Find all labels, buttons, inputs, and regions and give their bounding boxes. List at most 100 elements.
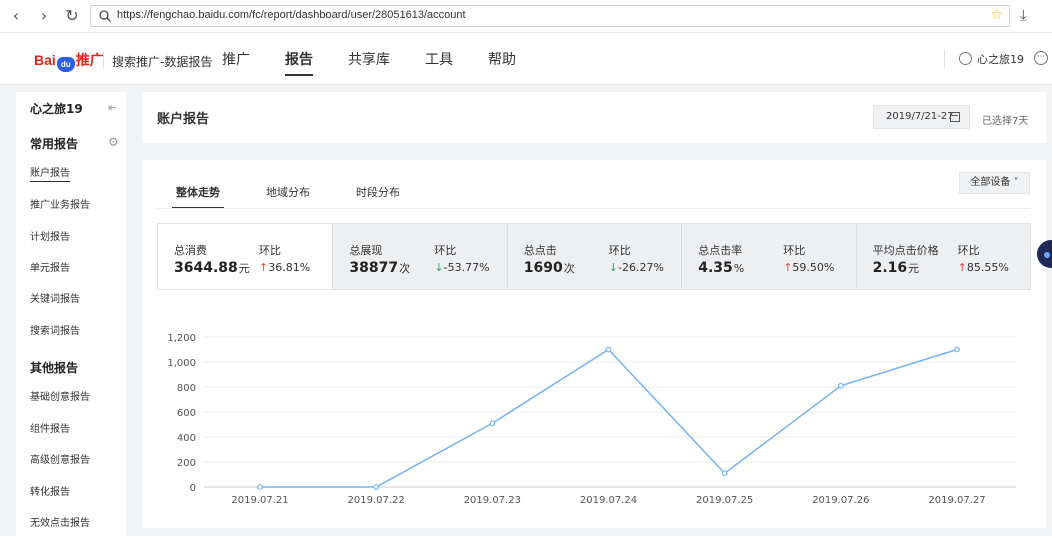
baidu-logo[interactable]: Bai du 推广 (34, 50, 104, 72)
date-range-picker[interactable]: 2019/7/21-27 (873, 105, 970, 129)
calendar-icon (950, 112, 960, 122)
page-title: 账户报告 (157, 112, 210, 127)
device-dropdown[interactable]: 全部设备 ˅ (959, 172, 1030, 194)
tab-time-period[interactable]: 时段分布 (352, 184, 404, 209)
x-tick-label: 2019.07.23 (464, 495, 521, 506)
app-header: Bai du 推广 搜索推广-数据报告 推广 报告 共享库 工具 帮助 心之旅19 … (0, 33, 1052, 85)
tab-overall-trend[interactable]: 整体走势 (172, 184, 224, 209)
metric-label: 总点击率 (698, 244, 743, 257)
nav-tools[interactable]: 工具 (425, 49, 453, 76)
sidebar-item-unit-report[interactable]: 单元报告 (30, 259, 70, 274)
metric-total-clicks[interactable]: 总点击 1690次 环比 ↓-26.27% (506, 224, 682, 289)
data-point (721, 470, 728, 477)
metric-number: 4.35 (698, 260, 733, 276)
metric-total-impressions[interactable]: 总展现 38877次 环比 ↓-53.77% (332, 224, 507, 289)
selected-days-label: 已选择7天 (982, 116, 1029, 127)
sidebar-item-basic-creative-report[interactable]: 基础创意报告 (30, 388, 90, 403)
more-icon[interactable]: ··· (1034, 51, 1048, 65)
metric-change-value: 85.55% (966, 261, 1009, 274)
app-subtitle: 搜索推广-数据报告 (112, 55, 213, 69)
metric-number: 1690 (523, 260, 563, 276)
section-common-reports: 常用报告 (30, 137, 79, 151)
metric-change: ↑36.81% (259, 261, 310, 274)
metric-change-value: 59.50% (792, 261, 835, 274)
gear-icon[interactable]: ⚙ (108, 135, 119, 149)
sidebar-item-invalid-click-report[interactable]: 无效点击报告 (30, 514, 90, 529)
nav-shared-library[interactable]: 共享库 (348, 49, 390, 76)
metric-value: 3644.88元 (174, 260, 250, 276)
user-menu[interactable]: 心之旅19 (959, 51, 1024, 67)
trend-chart: 0 200 400 600 800 1,000 1,200 2019.07.21 2019.07… (142, 320, 1046, 520)
tabs-divider (157, 208, 1030, 209)
metric-change-label: 环比 (608, 244, 631, 257)
trend-chart-svg: 0 200 400 600 800 1,000 1,200 2019.07.21 2019.07… (167, 333, 1016, 506)
nav-promotion[interactable]: 推广 (222, 49, 250, 76)
arrow-up-icon: ↑ (957, 261, 967, 274)
nav-report[interactable]: 报告 (285, 49, 313, 76)
metric-number: 38877 (349, 260, 399, 276)
sidebar-item-advanced-creative-report[interactable]: 高级创意报告 (30, 451, 90, 466)
collapse-sidebar-icon[interactable]: ⇤ (108, 101, 117, 114)
metric-label: 平均点击价格 (872, 244, 939, 257)
sidebar-item-component-report[interactable]: 组件报告 (30, 420, 70, 435)
y-tick-label: 600 (177, 408, 196, 419)
data-point (954, 346, 960, 353)
paw-icon: du (56, 57, 75, 72)
metric-change: ↓-26.27% (609, 261, 664, 274)
sidebar-item-search-term-report[interactable]: 搜索词报告 (30, 322, 80, 337)
metric-unit: % (733, 262, 745, 275)
sidebar-item-conversion-report[interactable]: 转化报告 (30, 483, 70, 498)
metric-avg-click-price[interactable]: 平均点击价格 2.16元 环比 ↑85.55% (855, 224, 1031, 289)
series-line (260, 348, 958, 488)
metric-change-label: 环比 (783, 244, 806, 257)
metric-change-value: -53.77% (443, 261, 490, 274)
sidebar-item-keyword-report[interactable]: 关键词报告 (30, 290, 80, 305)
title-card: 账户报告 2019/7/21-27 已选择7天 (142, 92, 1046, 143)
logo-divider (103, 51, 104, 69)
bookmark-star-icon[interactable]: ☆ (990, 7, 1003, 23)
sidebar: 心之旅19 ⇤ 常用报告 ⚙ 账户报告 推广业务报告 计划报告 单元报告 关键词… (16, 92, 126, 536)
metric-click-rate[interactable]: 总点击率 4.35% 环比 ↑59.50% (681, 224, 856, 289)
sidebar-item-plan-report[interactable]: 计划报告 (30, 228, 70, 243)
x-tick-label: 2019.07.24 (580, 495, 637, 506)
metric-change-label: 环比 (434, 244, 457, 257)
metric-label: 总点击 (523, 244, 557, 257)
chevron-down-icon: ˅ (1010, 177, 1019, 188)
reload-icon[interactable]: ↻ (62, 6, 82, 26)
metric-unit: 次 (563, 262, 575, 275)
date-range-text: 2019/7/21-27 (886, 111, 954, 122)
section-other-reports: 其他报告 (30, 361, 79, 375)
arrow-up-icon: ↑ (259, 261, 269, 274)
download-icon[interactable]: ⤓ (1020, 6, 1027, 24)
metric-number: 2.16 (872, 260, 908, 276)
sidebar-item-business-report[interactable]: 推广业务报告 (30, 196, 90, 211)
x-tick-label: 2019.07.25 (696, 495, 753, 506)
search-icon (99, 10, 111, 22)
metric-value: 4.35% (698, 260, 744, 276)
back-icon[interactable]: ‹ (6, 6, 26, 26)
arrow-down-icon: ↓ (608, 261, 619, 274)
data-point (837, 382, 844, 389)
address-bar[interactable]: https://fengchao.baidu.com/fc/report/das… (90, 5, 1010, 27)
nav-help[interactable]: 帮助 (488, 49, 516, 76)
forward-icon[interactable]: › (34, 6, 54, 26)
logo-text-right: 推广 (75, 52, 104, 68)
metric-change-value: -26.27% (618, 261, 664, 274)
tab-region[interactable]: 地域分布 (262, 184, 314, 209)
metric-change-value: 36.81% (268, 261, 311, 274)
header-divider (944, 50, 945, 68)
x-tick-label: 2019.07.22 (348, 495, 405, 506)
y-tick-label: 800 (177, 383, 196, 394)
y-tick-label: 400 (177, 433, 196, 444)
metric-change: ↑85.55% (958, 261, 1009, 274)
metric-label: 总消费 (174, 244, 207, 257)
url-text: https://fengchao.baidu.com/fc/report/das… (117, 9, 466, 21)
metric-change-label: 环比 (259, 244, 281, 257)
y-tick-label: 1,000 (167, 358, 196, 369)
metric-total-cost[interactable]: 总消费 3644.88元 环比 ↑36.81% (158, 224, 333, 289)
metric-unit: 元 (908, 262, 920, 275)
logo-text-left: Bai (34, 52, 56, 68)
arrow-down-icon: ↓ (434, 261, 444, 274)
sidebar-item-account-report[interactable]: 账户报告 (30, 164, 70, 182)
metrics-row: 总消费 3644.88元 环比 ↑36.81% 总展现 38877次 环比 ↓-… (157, 223, 1031, 290)
